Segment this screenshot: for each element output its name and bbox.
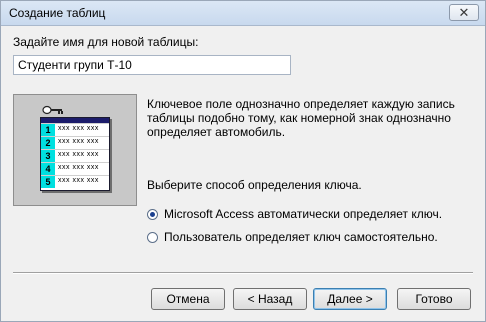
- row-cells: xxx xxx xxx: [58, 164, 99, 171]
- title-bar: Создание таблиц ✕: [1, 1, 485, 26]
- window-title: Создание таблиц: [9, 6, 106, 20]
- row-cells: xxx xxx xxx: [58, 125, 99, 132]
- close-button[interactable]: ✕: [449, 4, 479, 21]
- radio-auto-key[interactable]: Microsoft Access автоматически определяе…: [147, 206, 442, 222]
- cancel-button[interactable]: Отмена: [151, 288, 225, 310]
- radio-button[interactable]: [147, 231, 158, 243]
- description-line: Ключевое поле однозначно определяет кажд…: [147, 97, 455, 111]
- table-row: 1 xxx xxx xxx: [41, 123, 109, 136]
- key-illustration: 1 xxx xxx xxx 2 xxx xxx xxx 3 xxx xxx xx…: [13, 94, 137, 206]
- back-button[interactable]: < Назад: [233, 288, 307, 310]
- row-number: 4: [41, 163, 55, 175]
- key-icon: [42, 105, 63, 115]
- row-number: 1: [41, 124, 55, 136]
- table-row: 5 xxx xxx xxx: [41, 175, 109, 188]
- dialog-window: Создание таблиц ✕ Задайте имя для новой …: [0, 0, 486, 322]
- row-number: 3: [41, 150, 55, 162]
- divider: [13, 272, 473, 274]
- radio-user-key-label[interactable]: Пользователь определяет ключ самостоятел…: [164, 230, 438, 244]
- row-cells: xxx xxx xxx: [58, 177, 99, 184]
- row-cells: xxx xxx xxx: [58, 151, 99, 158]
- finish-button[interactable]: Готово: [397, 288, 471, 310]
- radio-user-key[interactable]: Пользователь определяет ключ самостоятел…: [147, 229, 438, 245]
- radio-auto-key-label[interactable]: Microsoft Access автоматически определяе…: [164, 207, 442, 221]
- table-name-input[interactable]: [13, 55, 291, 75]
- row-number: 2: [41, 137, 55, 149]
- table-row: 2 xxx xxx xxx: [41, 136, 109, 149]
- table-icon: 1 xxx xxx xxx 2 xxx xxx xxx 3 xxx xxx xx…: [40, 117, 110, 191]
- row-cells: xxx xxx xxx: [58, 138, 99, 145]
- row-number: 5: [41, 176, 55, 188]
- table-name-label: Задайте имя для новой таблицы:: [13, 35, 199, 49]
- description-line: таблицы подобно тому, как номерной знак …: [147, 111, 451, 125]
- key-method-label: Выберите способ определения ключа.: [147, 178, 362, 192]
- radio-button-checked[interactable]: [147, 208, 158, 220]
- table-row: 4 xxx xxx xxx: [41, 162, 109, 175]
- table-row: 3 xxx xxx xxx: [41, 149, 109, 162]
- next-button[interactable]: Далее >: [313, 288, 387, 310]
- description-line: определяет автомобиль.: [147, 125, 286, 139]
- key-description: Ключевое поле однозначно определяет кажд…: [147, 97, 467, 139]
